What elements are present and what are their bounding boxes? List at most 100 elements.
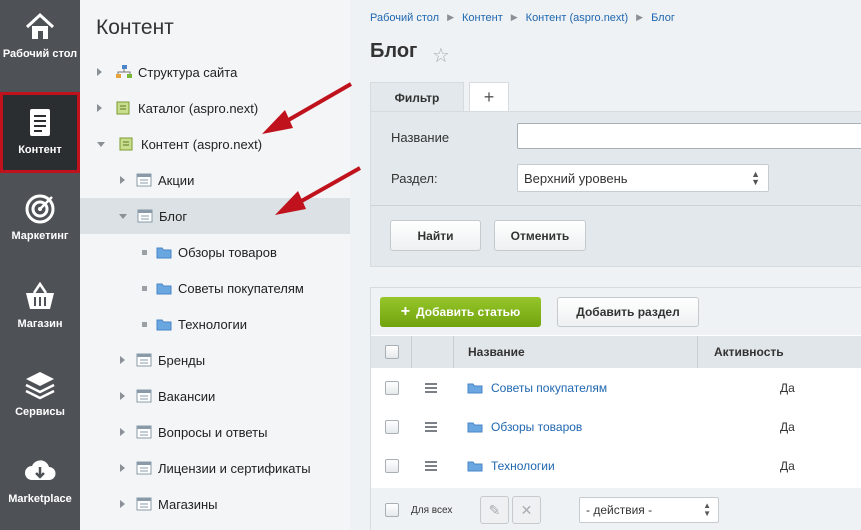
section-select-value: Верхний уровень bbox=[524, 171, 628, 186]
tree-item-promotions[interactable]: Акции bbox=[80, 162, 350, 198]
expand-arrow-icon[interactable] bbox=[97, 104, 102, 112]
tree-item-catalog[interactable]: Каталог (aspro.next) bbox=[80, 90, 350, 126]
cancel-button[interactable]: Отменить bbox=[494, 220, 586, 251]
select-arrows-icon: ▲ ▼ bbox=[751, 169, 760, 187]
cancel-button-label: Отменить bbox=[510, 228, 570, 243]
breadcrumb-item[interactable]: Контент (aspro.next) bbox=[526, 12, 629, 24]
home-icon bbox=[25, 12, 55, 39]
rail-label: Marketplace bbox=[8, 493, 72, 505]
tree-item-product-reviews[interactable]: Обзоры товаров bbox=[80, 234, 350, 270]
column-header-name[interactable]: Название bbox=[468, 336, 525, 368]
table-row[interactable]: Технологии Да bbox=[371, 447, 861, 486]
tree-item-content-aspro[interactable]: Контент (aspro.next) bbox=[80, 126, 350, 162]
layers-icon bbox=[25, 372, 55, 400]
breadcrumb-item[interactable]: Блог bbox=[651, 12, 675, 24]
breadcrumb: Рабочий стол ▶ Контент ▶ Контент (aspro.… bbox=[370, 12, 675, 24]
tree-item-licenses[interactable]: Лицензии и сертификаты bbox=[80, 450, 350, 486]
breadcrumb-item[interactable]: Контент bbox=[462, 12, 503, 24]
add-section-label: Добавить раздел bbox=[576, 305, 680, 319]
basket-icon bbox=[26, 281, 54, 309]
add-section-button[interactable]: Добавить раздел bbox=[557, 297, 699, 327]
row-checkbox[interactable] bbox=[385, 420, 399, 434]
expand-arrow-icon[interactable] bbox=[120, 176, 125, 184]
folder-icon bbox=[156, 247, 172, 259]
find-button[interactable]: Найти bbox=[390, 220, 481, 251]
rail-item-services[interactable]: Сервисы bbox=[0, 358, 80, 438]
content-tree-panel: Контент Структура сайта Каталог (aspro.n… bbox=[80, 0, 350, 530]
add-article-button[interactable]: + Добавить статью bbox=[380, 297, 541, 327]
tree-item-vacancies[interactable]: Вакансии bbox=[80, 378, 350, 414]
section-select[interactable]: Верхний уровень ▲ ▼ bbox=[517, 164, 769, 192]
main-content: Рабочий стол ▶ Контент ▶ Контент (aspro.… bbox=[350, 0, 861, 530]
name-label: Название bbox=[391, 130, 450, 145]
row-active-value: Да bbox=[780, 459, 795, 473]
select-all-checkbox[interactable] bbox=[385, 345, 399, 359]
group-actions-select[interactable]: - действия - ▲ ▼ bbox=[579, 497, 719, 523]
column-header-active[interactable]: Активность bbox=[714, 336, 784, 368]
tree-item-brands[interactable]: Бренды bbox=[80, 342, 350, 378]
cloud-download-icon bbox=[25, 460, 56, 480]
apply-all-label: Для всех bbox=[411, 505, 453, 516]
delete-button[interactable]: ✕ bbox=[512, 496, 541, 524]
bullet-icon bbox=[142, 285, 147, 291]
folder-icon bbox=[467, 461, 483, 472]
grid-header: Название Активность bbox=[371, 336, 861, 368]
rail-item-desktop[interactable]: Рабочий стол bbox=[0, 0, 80, 80]
row-name-link[interactable]: Технологии bbox=[491, 459, 555, 473]
expand-arrow-icon[interactable] bbox=[120, 356, 125, 364]
row-menu-icon[interactable] bbox=[425, 422, 437, 432]
expand-arrow-icon[interactable] bbox=[120, 464, 125, 472]
pencil-icon: ✎ bbox=[488, 501, 501, 518]
rail-item-shop[interactable]: Магазин bbox=[0, 270, 80, 350]
find-button-label: Найти bbox=[417, 228, 454, 243]
favorite-star-icon[interactable]: ☆ bbox=[432, 43, 450, 68]
grid-footer: Для всех ✎ ✕ - действия - ▲ ▼ bbox=[371, 488, 861, 530]
expand-arrow-icon[interactable] bbox=[120, 428, 125, 436]
rail-item-content[interactable]: Контент bbox=[0, 92, 80, 173]
rail-item-marketplace[interactable]: Marketplace bbox=[0, 445, 80, 525]
row-menu-icon[interactable] bbox=[425, 383, 437, 393]
collapse-arrow-icon[interactable] bbox=[119, 213, 127, 219]
document-icon bbox=[30, 109, 50, 136]
tree-item-stores[interactable]: Магазины bbox=[80, 486, 350, 522]
expand-arrow-icon[interactable] bbox=[97, 68, 102, 76]
breadcrumb-item[interactable]: Рабочий стол bbox=[370, 12, 439, 24]
header-divider bbox=[453, 336, 454, 368]
tree-title: Контент bbox=[96, 16, 174, 39]
row-name-link[interactable]: Советы покупателям bbox=[491, 381, 607, 395]
folder-icon bbox=[467, 383, 483, 394]
rail-label: Маркетинг bbox=[11, 230, 69, 242]
apply-all-checkbox[interactable] bbox=[385, 503, 399, 517]
tree-item-label: Контент (aspro.next) bbox=[141, 136, 263, 152]
tree-item-site-structure[interactable]: Структура сайта bbox=[80, 54, 350, 90]
expand-arrow-icon[interactable] bbox=[120, 392, 125, 400]
section-label: Раздел: bbox=[391, 171, 438, 186]
tree-item-faq[interactable]: Вопросы и ответы bbox=[80, 414, 350, 450]
row-name-link[interactable]: Обзоры товаров bbox=[491, 420, 582, 434]
tree-item-label: Вакансии bbox=[158, 388, 216, 404]
header-divider bbox=[697, 336, 698, 368]
tree-item-blog[interactable]: Блог bbox=[80, 198, 350, 234]
tab-filter[interactable]: Фильтр bbox=[370, 82, 464, 112]
list-icon bbox=[136, 173, 152, 187]
rail-item-marketing[interactable]: Маркетинг bbox=[0, 182, 80, 262]
add-article-label: Добавить статью bbox=[416, 305, 521, 319]
row-active-value: Да bbox=[780, 420, 795, 434]
add-filter-tab-button[interactable]: + bbox=[469, 82, 509, 112]
table-row[interactable]: Советы покупателям Да bbox=[371, 369, 861, 408]
tree-item-technologies[interactable]: Технологии bbox=[80, 306, 350, 342]
row-checkbox[interactable] bbox=[385, 381, 399, 395]
edit-button[interactable]: ✎ bbox=[480, 496, 509, 524]
tree-item-label: Лицензии и сертификаты bbox=[158, 460, 311, 476]
expand-arrow-icon[interactable] bbox=[120, 500, 125, 508]
plus-icon: + bbox=[400, 303, 411, 320]
tab-filter-label: Фильтр bbox=[394, 90, 440, 105]
tree-item-buyer-tips[interactable]: Советы покупателям bbox=[80, 270, 350, 306]
name-filter-input[interactable] bbox=[517, 123, 861, 149]
breadcrumb-separator-icon: ▶ bbox=[636, 12, 644, 22]
table-row[interactable]: Обзоры товаров Да bbox=[371, 408, 861, 447]
row-menu-icon[interactable] bbox=[425, 461, 437, 471]
iblock-icon bbox=[119, 137, 133, 151]
collapse-arrow-icon[interactable] bbox=[97, 141, 105, 147]
row-checkbox[interactable] bbox=[385, 459, 399, 473]
